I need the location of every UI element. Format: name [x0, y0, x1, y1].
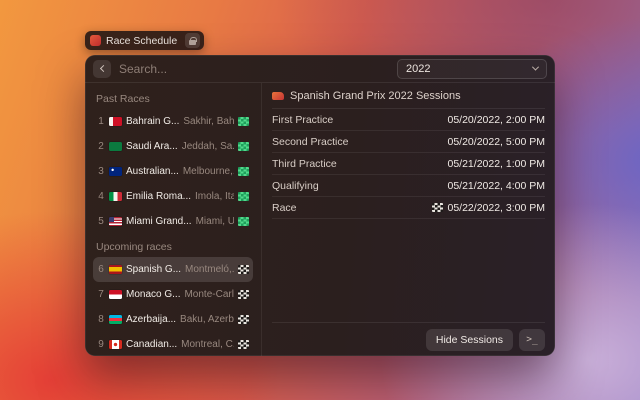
session-datetime: 05/20/2022, 2:00 PM [448, 114, 546, 126]
session-row-qualifying: Qualifying 05/21/2022, 4:00 PM [272, 175, 545, 197]
race-index: 1 [97, 116, 105, 127]
app-badge-pill[interactable]: Race Schedule [85, 31, 204, 50]
checkered-flag-icon [238, 340, 249, 349]
app-window: 2022 Past Races 1 Bahrain G... Sakhir, B… [85, 55, 555, 356]
section-title-past-races: Past Races [96, 93, 250, 105]
green-flag-icon [238, 217, 249, 226]
session-row-third-practice: Third Practice 05/21/2022, 1:00 PM [272, 153, 545, 175]
race-name: Azerbaija... [126, 314, 176, 325]
race-location: Montreal, C... [181, 339, 234, 350]
flag-icon-italy [109, 192, 122, 201]
section-title-upcoming-races: Upcoming races [96, 241, 250, 253]
race-list-item-miami[interactable]: 5 Miami Grand... Miami, USA [93, 209, 253, 234]
app-badge: Race Schedule [85, 31, 204, 50]
race-name: Saudi Ara... [126, 141, 178, 152]
session-label: Qualifying [272, 180, 319, 192]
race-index: 3 [97, 166, 105, 177]
race-location: Melbourne,... [183, 166, 234, 177]
session-row-second-practice: Second Practice 05/20/2022, 5:00 PM [272, 131, 545, 153]
race-list-item-bahrain[interactable]: 1 Bahrain G... Sakhir, Bahr... [93, 109, 253, 134]
desktop-background: Race Schedule 2022 Past Races 1 Bahrain … [0, 0, 640, 400]
session-datetime: 05/22/2022, 3:00 PM [448, 202, 546, 214]
race-index: 9 [97, 339, 105, 350]
race-list-item-azerbaijan[interactable]: 8 Azerbaija... Baku, Azerb... [93, 307, 253, 332]
race-name: Canadian... [126, 339, 177, 350]
race-list-item-spain[interactable]: 6 Spanish G... Montmeló,... [93, 257, 253, 282]
flag-icon-monaco [109, 290, 122, 299]
race-name: Spanish G... [126, 264, 181, 275]
race-list-item-canada[interactable]: 9 Canadian... Montreal, C... [93, 332, 253, 356]
checkered-flag-icon [238, 315, 249, 324]
checkered-flag-icon [432, 203, 443, 212]
flag-icon-spain [109, 265, 122, 274]
race-name: Australian... [126, 166, 179, 177]
race-name: Bahrain G... [126, 116, 179, 127]
session-datetime: 05/21/2022, 1:00 PM [448, 158, 546, 170]
race-car-icon [90, 35, 101, 46]
back-button[interactable] [93, 60, 111, 78]
green-flag-icon [238, 117, 249, 126]
search-input[interactable] [119, 62, 389, 76]
window-content: Past Races 1 Bahrain G... Sakhir, Bahr..… [85, 83, 555, 356]
window-header: 2022 [85, 55, 555, 83]
race-location: Montmeló,... [185, 264, 234, 275]
year-dropdown[interactable]: 2022 [397, 59, 547, 79]
shortcut-key-label: >_ [526, 334, 537, 345]
hide-sessions-button[interactable]: Hide Sessions [426, 329, 513, 351]
race-location: Miami, USA [196, 216, 234, 227]
flag-icon-canada [109, 340, 122, 349]
race-location: Baku, Azerb... [180, 314, 234, 325]
flag-icon-azerbaijan [109, 315, 122, 324]
flag-icon-saudi-arabia [109, 142, 122, 151]
race-name: Miami Grand... [126, 216, 192, 227]
race-index: 7 [97, 289, 105, 300]
flag-icon-bahrain [109, 117, 122, 126]
race-list-item-emilia-romagna[interactable]: 4 Emilia Roma... Imola, Italy [93, 184, 253, 209]
session-label: First Practice [272, 114, 333, 126]
session-label: Second Practice [272, 136, 348, 148]
race-list-item-saudi-arabia[interactable]: 2 Saudi Ara... Jeddah, Sa... [93, 134, 253, 159]
race-index: 2 [97, 141, 105, 152]
detail-footer: Hide Sessions >_ [272, 322, 545, 356]
race-list-item-monaco[interactable]: 7 Monaco G... Monte-Carl... [93, 282, 253, 307]
race-location: Jeddah, Sa... [182, 141, 234, 152]
race-name: Emilia Roma... [126, 191, 191, 202]
chevron-left-icon [99, 65, 106, 72]
green-flag-icon [238, 192, 249, 201]
race-location: Imola, Italy [195, 191, 234, 202]
green-flag-icon [238, 167, 249, 176]
shortcut-keycap: >_ [519, 329, 545, 351]
session-datetime: 05/21/2022, 4:00 PM [448, 180, 546, 192]
lock-keycap [185, 33, 200, 48]
race-location: Monte-Carl... [184, 289, 234, 300]
session-label: Race [272, 202, 297, 214]
green-flag-icon [238, 142, 249, 151]
race-name: Monaco G... [126, 289, 180, 300]
year-dropdown-value: 2022 [406, 63, 430, 75]
detail-title: Spanish Grand Prix 2022 Sessions [290, 90, 461, 102]
detail-header: Spanish Grand Prix 2022 Sessions [272, 83, 545, 109]
race-list: Past Races 1 Bahrain G... Sakhir, Bahr..… [85, 83, 262, 356]
race-car-icon [272, 92, 284, 100]
chevron-down-icon [532, 64, 539, 71]
race-list-item-australia[interactable]: 3 Australian... Melbourne,... [93, 159, 253, 184]
race-index: 4 [97, 191, 105, 202]
session-detail-panel: Spanish Grand Prix 2022 Sessions First P… [262, 83, 555, 356]
session-row-race: Race 05/22/2022, 3:00 PM [272, 197, 545, 219]
flag-icon-australia [109, 167, 122, 176]
race-index: 5 [97, 216, 105, 227]
session-row-first-practice: First Practice 05/20/2022, 2:00 PM [272, 109, 545, 131]
session-datetime-with-flag: 05/22/2022, 3:00 PM [432, 202, 546, 214]
race-index: 6 [97, 264, 105, 275]
race-location: Sakhir, Bahr... [183, 116, 234, 127]
checkered-flag-icon [238, 290, 249, 299]
checkered-flag-icon [238, 265, 249, 274]
race-index: 8 [97, 314, 105, 325]
app-badge-label: Race Schedule [106, 35, 177, 47]
flag-icon-usa [109, 217, 122, 226]
session-datetime: 05/20/2022, 5:00 PM [448, 136, 546, 148]
lock-icon [189, 40, 196, 45]
session-label: Third Practice [272, 158, 337, 170]
